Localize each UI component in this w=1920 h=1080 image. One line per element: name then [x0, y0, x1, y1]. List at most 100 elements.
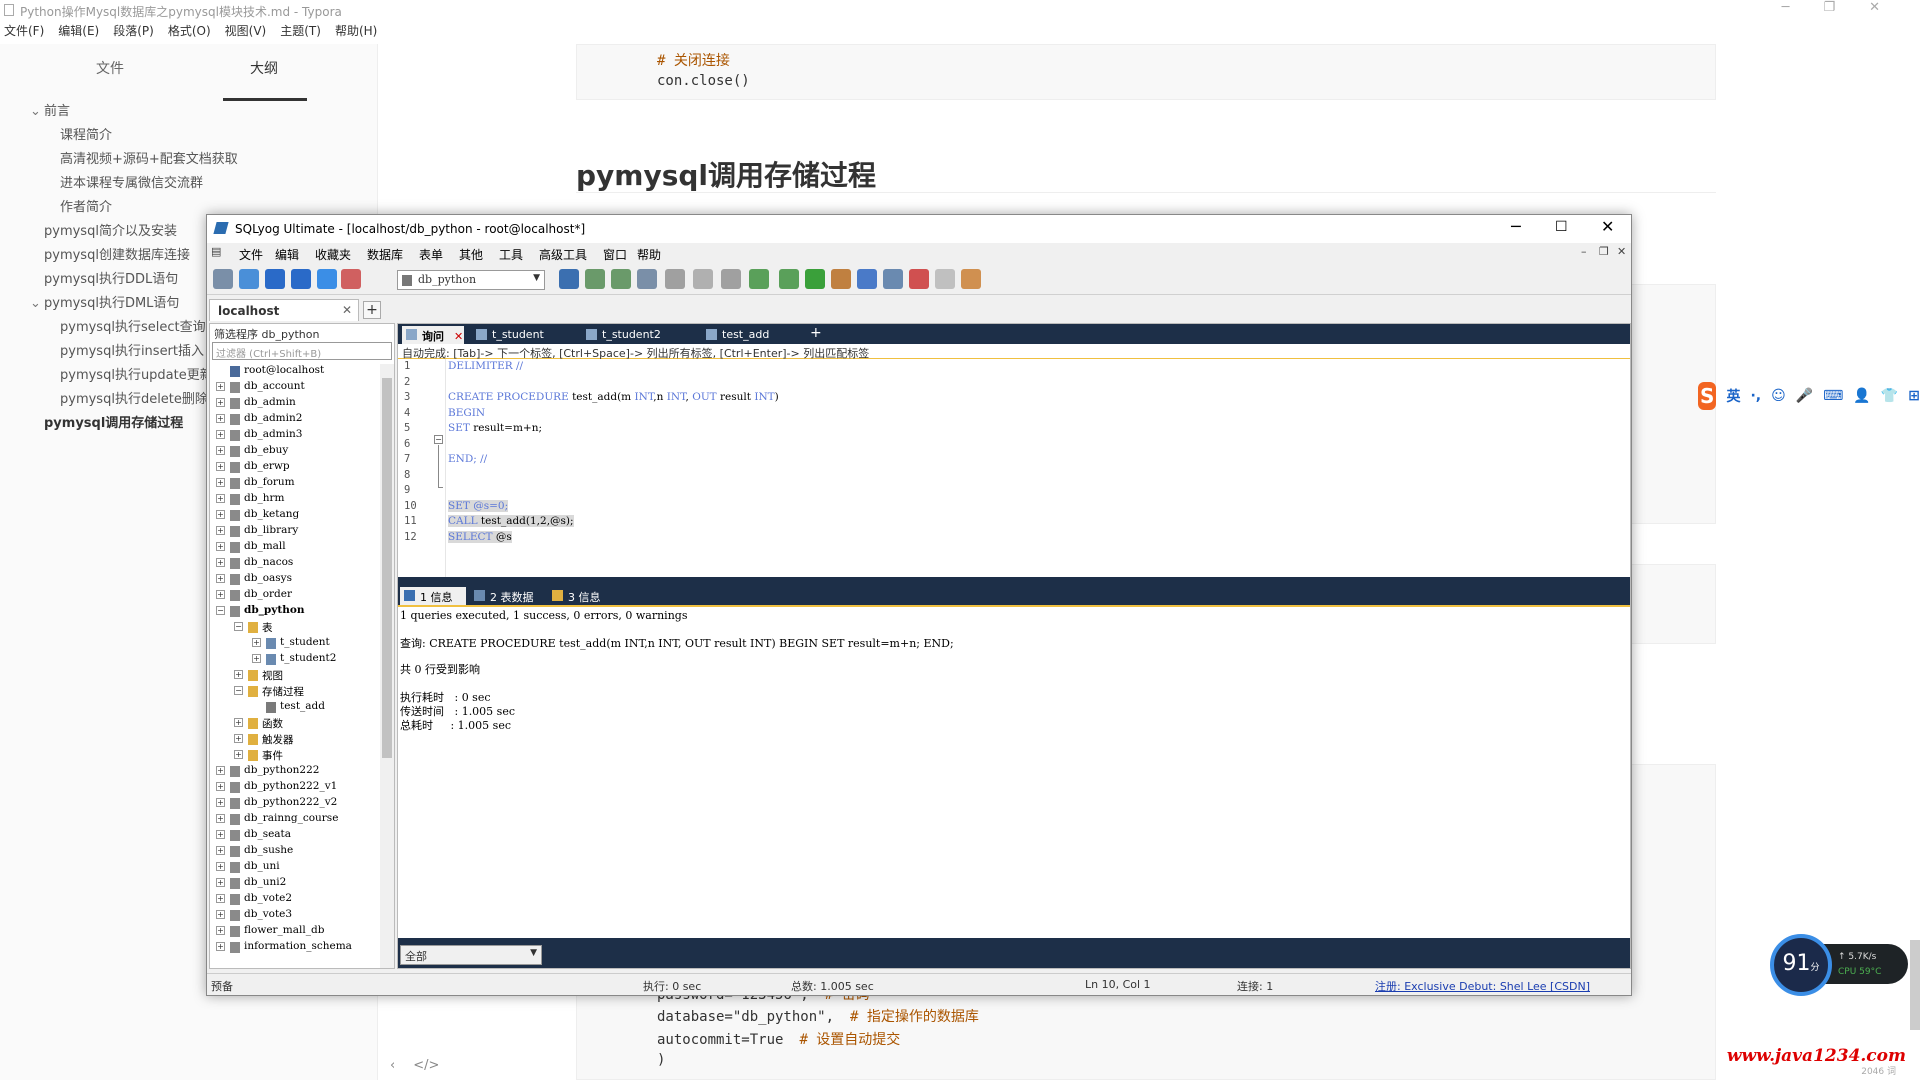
- outline-item[interactable]: pymysql执行update更新: [60, 364, 213, 383]
- expand-icon[interactable]: +: [216, 430, 225, 439]
- database-selector[interactable]: db_python ▼: [397, 270, 545, 290]
- menu-item[interactable]: 编辑: [275, 246, 299, 263]
- expand-icon[interactable]: +: [216, 414, 225, 423]
- close-tab-icon[interactable]: ✕: [342, 303, 352, 317]
- outline-item[interactable]: ⌄ pymysql执行DML语句: [30, 292, 179, 311]
- menu-item[interactable]: 编辑(E): [58, 22, 99, 42]
- emoji-icon[interactable]: ☺: [1771, 388, 1786, 404]
- form-icon[interactable]: [721, 269, 741, 289]
- keyboard-icon[interactable]: ⌨: [1823, 388, 1843, 404]
- data-sync-icon[interactable]: [805, 269, 825, 289]
- document-scrollbar[interactable]: [1910, 940, 1920, 1030]
- menu-item[interactable]: 文件(F): [4, 22, 44, 42]
- add-query-tab-button[interactable]: +: [810, 325, 822, 341]
- expand-icon[interactable]: +: [216, 510, 225, 519]
- expand-icon[interactable]: +: [234, 734, 243, 743]
- result-tab[interactable]: 1 信息: [400, 587, 466, 605]
- expand-icon[interactable]: +: [234, 750, 243, 759]
- outline-item[interactable]: pymysql调用存储过程: [44, 412, 183, 431]
- expand-icon[interactable]: +: [234, 670, 243, 679]
- outline-item[interactable]: pymysql执行delete删除: [60, 388, 208, 407]
- outline-item[interactable]: pymysql执行DDL语句: [44, 268, 178, 287]
- mdi-minimize-icon[interactable]: –: [1581, 245, 1587, 258]
- expand-icon[interactable]: +: [216, 574, 225, 583]
- add-connection-button[interactable]: +: [363, 301, 381, 319]
- connect-icon[interactable]: [239, 269, 259, 289]
- outline-item[interactable]: 作者简介: [60, 196, 112, 215]
- expand-icon[interactable]: +: [252, 654, 261, 663]
- outline-item[interactable]: 课程简介: [60, 124, 112, 143]
- query-tab[interactable]: test_add: [702, 326, 802, 344]
- outline-item[interactable]: 进本课程专属微信交流群: [60, 172, 203, 191]
- result-tab[interactable]: 3 信息: [548, 587, 612, 605]
- expand-icon[interactable]: +: [216, 382, 225, 391]
- tree-scrollbar[interactable]: [380, 364, 394, 968]
- source-mode-icon[interactable]: </>: [413, 1058, 439, 1073]
- schema-icon[interactable]: [749, 269, 769, 289]
- new-connection-icon[interactable]: [213, 269, 233, 289]
- outline-item[interactable]: ⌄ 前言: [30, 100, 70, 119]
- mdi-close-icon[interactable]: ✕: [1617, 245, 1626, 258]
- expand-icon[interactable]: +: [216, 910, 225, 919]
- mdi-restore-icon[interactable]: ❐: [1599, 245, 1609, 258]
- result-filter-select[interactable]: 全部 ▼: [400, 945, 542, 965]
- tab-files[interactable]: 文件: [96, 58, 124, 78]
- user-icon[interactable]: 👤: [1853, 388, 1870, 404]
- expand-icon[interactable]: +: [216, 542, 225, 551]
- expand-icon[interactable]: +: [216, 942, 225, 951]
- collapse-icon[interactable]: −: [234, 686, 243, 695]
- punctuation-icon[interactable]: ·,: [1750, 388, 1761, 404]
- collapse-icon[interactable]: −: [234, 622, 243, 631]
- tab-outline[interactable]: 大纲: [250, 58, 278, 78]
- child-window-icon[interactable]: ▤: [211, 245, 221, 258]
- outline-item[interactable]: pymysql执行select查询: [60, 316, 206, 335]
- outline-item[interactable]: pymysql简介以及安装: [44, 220, 177, 239]
- menu-item[interactable]: 格式(O): [168, 22, 211, 42]
- expand-icon[interactable]: +: [216, 862, 225, 871]
- code-line[interactable]: BEGIN: [448, 407, 485, 419]
- history-icon[interactable]: [935, 269, 955, 289]
- menu-item[interactable]: 其他: [459, 246, 483, 263]
- query-tab[interactable]: t_student: [472, 326, 574, 344]
- expand-icon[interactable]: +: [216, 798, 225, 807]
- code-block-top[interactable]: [576, 44, 1716, 100]
- expand-icon[interactable]: +: [216, 894, 225, 903]
- expand-icon[interactable]: +: [216, 526, 225, 535]
- expand-icon[interactable]: +: [216, 590, 225, 599]
- user-manager-icon[interactable]: [559, 269, 579, 289]
- menu-item[interactable]: 段落(P): [113, 22, 154, 42]
- ime-mode-toggle[interactable]: 英: [1726, 386, 1740, 406]
- report-icon[interactable]: [909, 269, 929, 289]
- restore-icon[interactable]: ❐: [1823, 0, 1835, 15]
- expand-icon[interactable]: +: [216, 478, 225, 487]
- menu-item[interactable]: 窗口: [603, 246, 627, 263]
- outline-item[interactable]: pymysql创建数据库连接: [44, 244, 190, 263]
- filter-input[interactable]: 过滤器 (Ctrl+Shift+B): [212, 342, 392, 360]
- expand-icon[interactable]: +: [216, 926, 225, 935]
- expand-icon[interactable]: +: [252, 638, 261, 647]
- stop-icon[interactable]: [341, 269, 361, 289]
- result-tab[interactable]: 2 表数据: [470, 587, 540, 605]
- query-tab[interactable]: t_student2: [582, 326, 696, 344]
- expand-icon[interactable]: +: [216, 462, 225, 471]
- code-line[interactable]: END; //: [448, 453, 487, 465]
- skin-icon[interactable]: 👕: [1881, 388, 1898, 404]
- code-line[interactable]: SET result=m+n;: [448, 422, 542, 434]
- import-icon[interactable]: [637, 269, 657, 289]
- microphone-icon[interactable]: 🎤: [1796, 388, 1813, 404]
- minimize-icon[interactable]: ─: [1511, 217, 1521, 236]
- expand-icon[interactable]: +: [216, 766, 225, 775]
- outline-item[interactable]: pymysql执行insert插入: [60, 340, 204, 359]
- code-line[interactable]: SELECT @s: [448, 530, 512, 543]
- code-line[interactable]: CREATE PROCEDURE test_add(m INT,n INT, O…: [448, 391, 779, 403]
- menu-item[interactable]: 主题(T): [280, 22, 321, 42]
- speed-widget[interactable]: ↑ 5.7K/s CPU 59°C 91分: [1770, 930, 1910, 996]
- grid-icon[interactable]: [693, 269, 713, 289]
- sync-icon[interactable]: [779, 269, 799, 289]
- scrollbar-thumb[interactable]: [382, 378, 392, 758]
- collapse-sidebar-icon[interactable]: ‹: [390, 1058, 395, 1073]
- outline-item[interactable]: 高清视频+源码+配套文档获取: [60, 148, 238, 167]
- menu-item[interactable]: 收藏夹: [315, 246, 351, 263]
- backup-icon[interactable]: [585, 269, 605, 289]
- menu-item[interactable]: 高级工具: [539, 246, 587, 263]
